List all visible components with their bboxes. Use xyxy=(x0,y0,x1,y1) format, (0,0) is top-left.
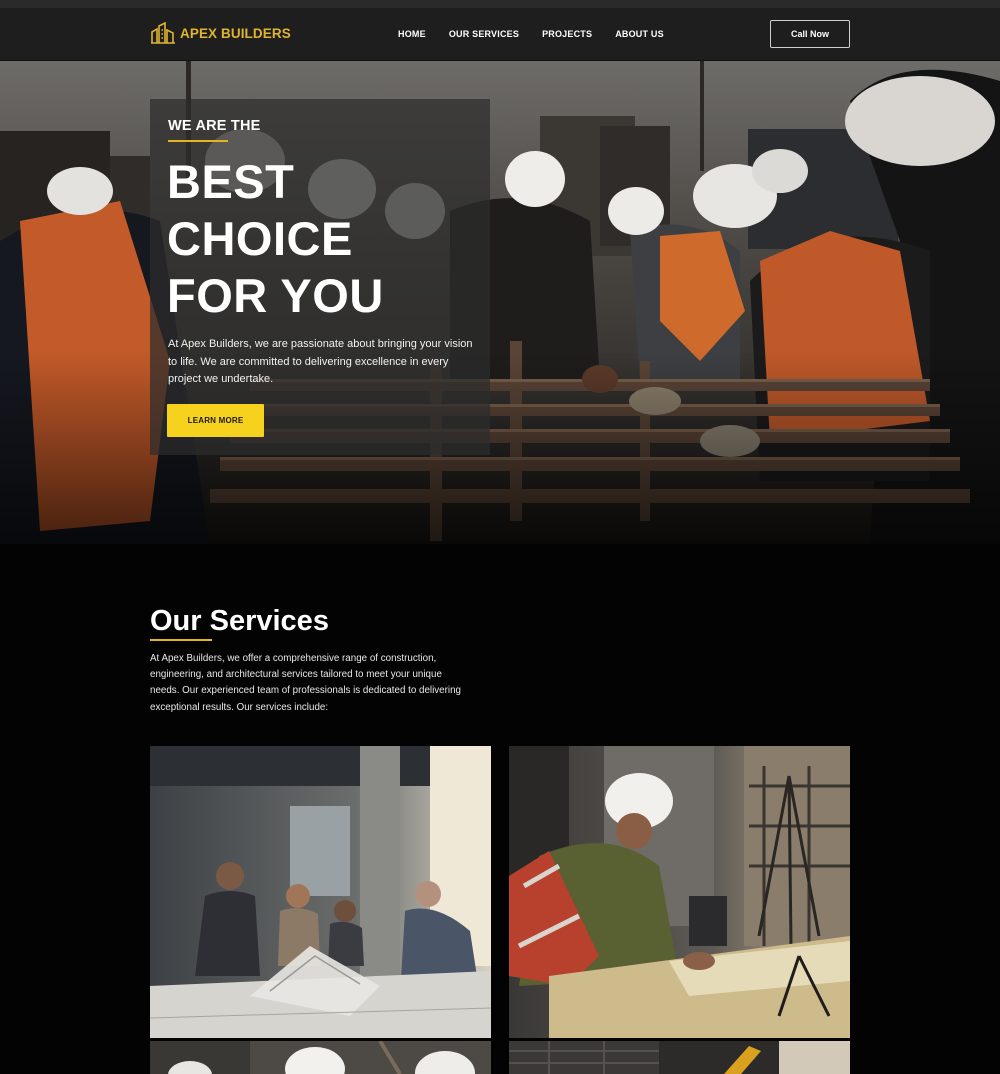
service-card-3[interactable] xyxy=(150,1041,491,1074)
headline-line-2: CHOICE xyxy=(167,212,353,265)
service-card-4[interactable] xyxy=(509,1041,850,1074)
nav-projects[interactable]: PROJECTS xyxy=(542,29,592,39)
services-title: Our Services xyxy=(150,605,329,637)
hero-headline: BEST CHOICE FOR YOU xyxy=(167,153,384,324)
engineer-measuring-photo xyxy=(509,746,850,1038)
service-card-1[interactable] xyxy=(150,746,491,1038)
learn-more-button[interactable]: LEARN MORE xyxy=(167,404,264,437)
call-now-button[interactable]: Call Now xyxy=(770,20,850,48)
nav-our-services[interactable]: OUR SERVICES xyxy=(449,29,519,39)
services-description: At Apex Builders, we offer a comprehensi… xyxy=(150,653,461,713)
hero-description: At Apex Builders, we are passionate abou… xyxy=(168,338,473,385)
workers-hardhats-photo xyxy=(150,1041,491,1074)
logo-text: APEX BUILDERS xyxy=(180,25,291,41)
nav-home[interactable]: HOME xyxy=(398,29,426,39)
kicker-underline xyxy=(168,140,228,142)
logo[interactable]: APEX BUILDERS xyxy=(150,22,291,44)
services-section: Our Services At Apex Builders, we offer … xyxy=(0,544,1000,1074)
hero-kicker: WE ARE THE xyxy=(168,118,261,134)
hero-section: WE ARE THE BEST CHOICE FOR YOU At Apex B… xyxy=(0,61,1000,544)
hero-text-panel: WE ARE THE BEST CHOICE FOR YOU At Apex B… xyxy=(150,99,490,455)
site-header: APEX BUILDERS HOME OUR SERVICES PROJECTS… xyxy=(0,8,1000,61)
headline-line-1: BEST xyxy=(167,155,295,208)
top-strip xyxy=(0,0,1000,8)
excavator-site-photo xyxy=(509,1041,850,1074)
service-card-2[interactable] xyxy=(509,746,850,1038)
nav-about-us[interactable]: ABOUT US xyxy=(615,29,664,39)
building-logo-icon xyxy=(151,22,175,44)
architects-reviewing-model-photo xyxy=(150,746,491,1038)
services-title-underline xyxy=(150,639,212,641)
main-nav: HOME OUR SERVICES PROJECTS ABOUT US xyxy=(398,29,664,39)
headline-line-3: FOR YOU xyxy=(167,269,384,322)
